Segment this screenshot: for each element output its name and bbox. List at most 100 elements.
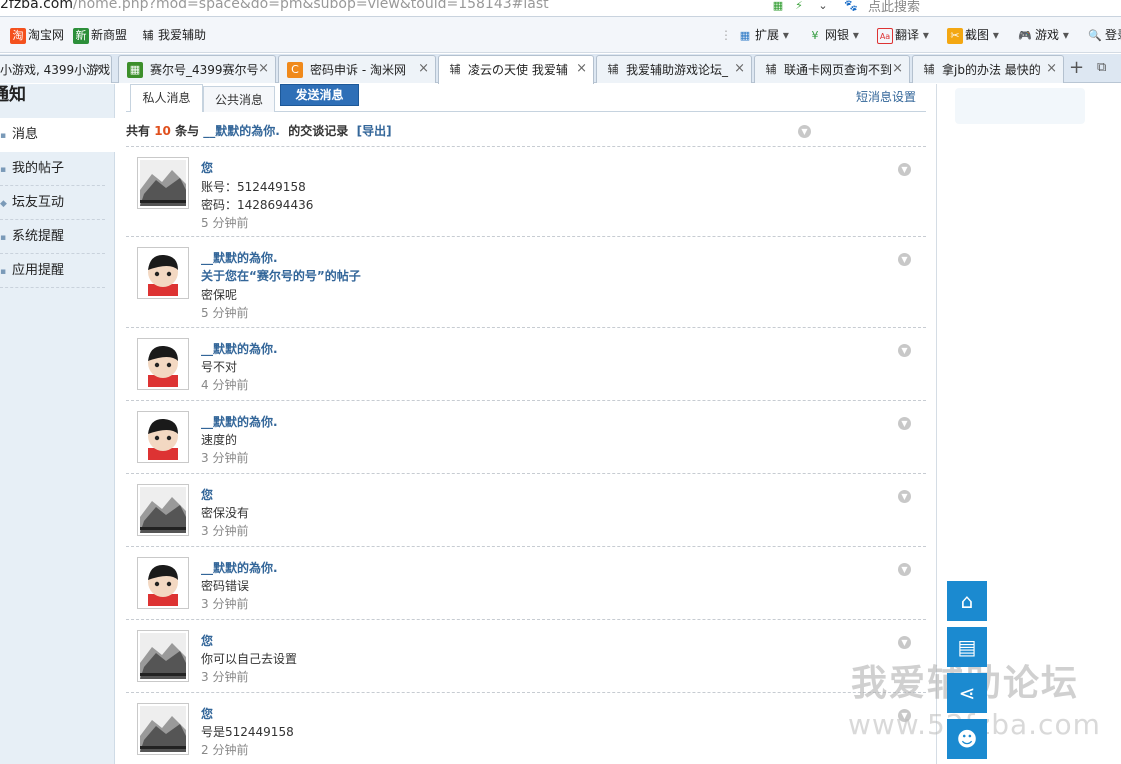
games-button[interactable]: 🎮 游戏 ▾ [1017, 26, 1069, 44]
avatar-landscape[interactable] [137, 630, 189, 682]
message-author[interactable]: __默默的為你. [201, 413, 278, 430]
message-author[interactable]: __默默的為你. [201, 559, 278, 576]
bullet-icon: ◆ [0, 199, 7, 209]
restore-tabs-icon[interactable]: ⧉ [1097, 60, 1106, 75]
message-author[interactable]: 您 [201, 486, 213, 503]
close-icon[interactable]: × [576, 61, 587, 77]
screenshot-button[interactable]: ✂ 截图 ▾ [947, 26, 999, 44]
message-item: 您 号是512449158 2 分钟前 ▼ [126, 693, 926, 764]
sidebar-item-messages[interactable]: ▪ 消息 [0, 118, 115, 152]
chevron-down-icon[interactable]: ▼ [898, 163, 911, 176]
sidebar-item-system[interactable]: ▪ 系统提醒 [0, 220, 105, 254]
chevron-down-icon[interactable]: ▼ [898, 344, 911, 357]
user-icon: ☻ [956, 727, 978, 751]
message-time: 5 分钟前 [201, 306, 249, 320]
tab-public-messages[interactable]: 公共消息 [203, 86, 275, 112]
seer-icon: ▦ [127, 62, 143, 78]
taobao-icon: 淘 [10, 27, 26, 44]
avatar-boy[interactable] [137, 557, 189, 609]
profile-button[interactable]: ☻ [947, 719, 987, 759]
message-author[interactable]: 您 [201, 632, 213, 649]
message-text: 账号：512449158 [201, 180, 306, 194]
avatar-landscape[interactable] [137, 484, 189, 536]
document-icon: ▤ [957, 635, 977, 659]
tab-seer[interactable]: ▦ 赛尔号_4399赛尔号 × [118, 55, 276, 83]
chevron-down-icon[interactable]: ▼ [898, 563, 911, 576]
url-text[interactable]: 2fzba.com/home.php?mod=space&do=pm&subop… [0, 0, 549, 12]
tab-jb[interactable]: 辅 拿jb的办法 最快的 × [912, 55, 1064, 83]
message-item: 您 密保没有 3 分钟前 ▼ [126, 474, 926, 547]
bullet-icon: ▪ [0, 233, 7, 243]
fu-icon: 辅 [449, 63, 461, 76]
message-text: 密码：1428694436 [201, 198, 314, 212]
bank-button[interactable]: ¥ 网银 ▾ [807, 26, 859, 44]
address-bar[interactable]: 2fzba.com/home.php?mod=space&do=pm&subop… [0, 0, 1121, 17]
sidebar-item-my-posts[interactable]: ▪ 我的帖子 [0, 152, 105, 186]
sidebar: 通知 ▪ 消息 ▪ 我的帖子 ◆ 坛友互动 ▪ 系统提醒 ▪ 应用提醒 [0, 84, 115, 764]
conversation-user-link[interactable]: __默默的為你. [203, 124, 280, 138]
back-to-top-button[interactable]: ⌂ [947, 581, 987, 621]
chevron-down-icon[interactable]: ▼ [898, 253, 911, 266]
message-text: 号不对 [201, 360, 238, 374]
chevron-down-icon[interactable]: ▼ [898, 636, 911, 649]
qr-code-icon[interactable]: ▦ [771, 0, 785, 12]
message-author[interactable]: __默默的為你. [201, 249, 278, 266]
export-link[interactable]: [导出] [357, 124, 392, 138]
message-author[interactable]: 您 [201, 159, 213, 176]
bookmark-xinshangmeng[interactable]: 新新商盟 [73, 26, 127, 44]
tab-private-messages[interactable]: 私人消息 [130, 84, 203, 112]
close-icon[interactable]: × [892, 61, 903, 77]
sidebar-item-apps[interactable]: ▪ 应用提醒 [0, 254, 105, 288]
bank-icon: ¥ [811, 28, 819, 42]
send-message-button[interactable]: 发送消息 [280, 84, 359, 106]
message-post-link[interactable]: 关于您在“赛尔号的号”的帖子 [201, 267, 361, 284]
avatar-boy[interactable] [137, 338, 189, 390]
message-text: 密保没有 [201, 506, 250, 520]
sidebar-item-interaction[interactable]: ◆ 坛友互动 [0, 186, 105, 220]
message-text: 密保呢 [201, 288, 238, 302]
chevron-down-icon[interactable]: ▼ [898, 490, 911, 503]
tab-taomi[interactable]: C 密码申诉 - 淘米网 × [278, 55, 436, 83]
bullet-icon: ▪ [0, 165, 7, 175]
chevron-down-icon[interactable]: ▼ [798, 125, 811, 138]
xinshangmeng-icon: 新 [73, 27, 89, 44]
bookmark-taobao[interactable]: 淘淘宝网 [10, 26, 64, 44]
message-author[interactable]: __默默的為你. [201, 340, 278, 357]
fu-icon: 辅 [765, 63, 777, 76]
message-author[interactable]: 您 [201, 705, 213, 722]
pm-tabs: 私人消息 公共消息 [126, 84, 926, 112]
right-panel-placeholder [955, 88, 1085, 124]
share-icon: ⋖ [958, 681, 976, 705]
baidu-paw-icon[interactable]: 🐾 [844, 0, 858, 12]
translate-button[interactable]: Aa 翻译 ▾ [877, 26, 929, 44]
chevron-down-icon[interactable]: ▼ [898, 417, 911, 430]
message-list: 您 账号：512449158 密码：1428694436 5 分钟前 ▼ __默… [126, 146, 926, 764]
tab-unicom[interactable]: 辅 联通卡网页查询不到 × [754, 55, 910, 83]
dropdown-chevron-icon[interactable]: ⌄ [816, 0, 830, 12]
tab-forum[interactable]: 辅 我爱辅助游戏论坛_ × [596, 55, 752, 83]
extensions-button[interactable]: ▦ 扩展 ▾ [737, 26, 789, 44]
close-icon[interactable]: × [258, 61, 269, 77]
avatar-landscape[interactable] [137, 703, 189, 755]
avatar-boy[interactable] [137, 247, 189, 299]
tab-strip: 小游戏, 4399小游戏 × ▦ 赛尔号_4399赛尔号 × C 密码申诉 - … [0, 54, 1121, 84]
close-icon[interactable]: × [1046, 61, 1057, 77]
close-icon[interactable]: × [734, 61, 745, 77]
message-time: 3 分钟前 [201, 524, 249, 538]
new-tab-button[interactable]: + [1069, 57, 1084, 78]
login-button[interactable]: 🔍登录 [1087, 26, 1121, 44]
tab-4399[interactable]: 小游戏, 4399小游戏 × [0, 55, 112, 83]
close-icon[interactable]: × [94, 61, 105, 77]
post-button[interactable]: ▤ [947, 627, 987, 667]
avatar-landscape[interactable] [137, 157, 189, 209]
pm-settings-link[interactable]: 短消息设置 [856, 88, 916, 105]
tab-active-lingyun[interactable]: 辅 凌云の天使 我爱辅 × [438, 55, 594, 84]
avatar-boy[interactable] [137, 411, 189, 463]
lightning-icon[interactable]: ⚡ [792, 0, 806, 12]
close-icon[interactable]: × [418, 61, 429, 77]
bookmark-fu[interactable]: 辅我爱辅助 [140, 26, 207, 44]
home-up-icon: ⌂ [960, 589, 974, 613]
search-box[interactable]: 点此搜索 [868, 0, 920, 15]
share-button[interactable]: ⋖ [947, 673, 987, 713]
message-text: 密码错误 [201, 579, 250, 593]
